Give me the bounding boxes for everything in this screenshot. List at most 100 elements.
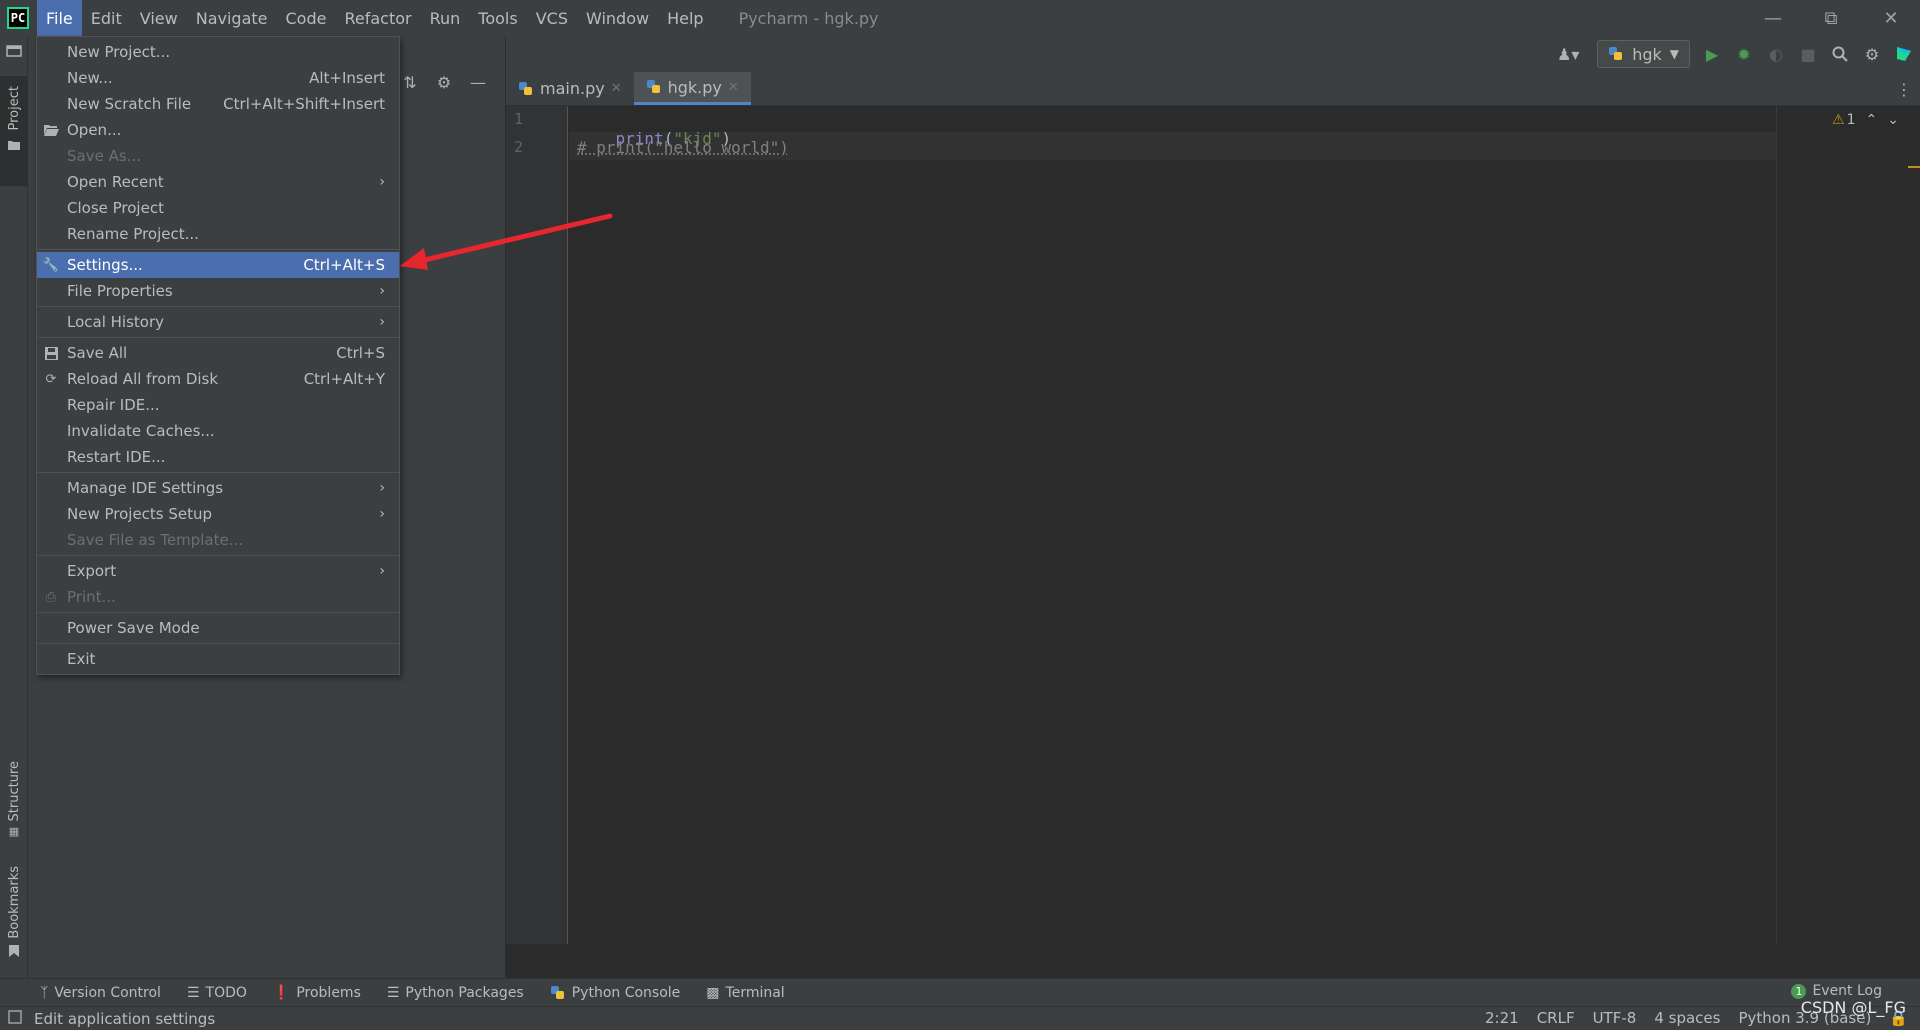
collapse-all-icon[interactable]: ⇅: [400, 72, 420, 92]
tool-python-packages[interactable]: ☰ Python Packages: [387, 985, 524, 1001]
jetbrains-toolbox-icon[interactable]: [1894, 44, 1914, 64]
chevron-right-icon: ›: [379, 506, 385, 522]
menu-item-shortcut: Ctrl+S: [336, 344, 385, 362]
menu-power-save-mode[interactable]: Power Save Mode: [37, 615, 399, 641]
stop-icon[interactable]: ■: [1798, 44, 1818, 64]
menu-item-label: Open Recent: [67, 173, 164, 191]
menu-item-label: Repair IDE...: [67, 396, 160, 414]
menu-manage-ide-settings[interactable]: Manage IDE Settings ›: [37, 475, 399, 501]
menu-rename-project[interactable]: Rename Project...: [37, 221, 399, 247]
menu-print[interactable]: ⎙ Print...: [37, 584, 399, 610]
gear-icon[interactable]: ⚙: [434, 72, 454, 92]
more-tabs-icon[interactable]: ⋮: [1894, 79, 1914, 99]
menu-view[interactable]: View: [131, 0, 187, 36]
menu-repair-ide[interactable]: Repair IDE...: [37, 392, 399, 418]
menu-separator: [37, 612, 399, 613]
title-bar: PC File Edit View Navigate Code Refactor…: [0, 0, 1920, 36]
menu-new-scratch-file[interactable]: New Scratch File Ctrl+Alt+Shift+Insert: [37, 91, 399, 117]
pycharm-logo-icon: PC: [7, 7, 29, 29]
indent-setting[interactable]: 4 spaces: [1654, 1009, 1720, 1027]
chevron-right-icon: ›: [379, 174, 385, 190]
menu-new-projects-setup[interactable]: New Projects Setup ›: [37, 501, 399, 527]
hide-panel-icon[interactable]: —: [468, 72, 488, 92]
close-icon[interactable]: ✕: [611, 81, 622, 96]
file-menu-popup: New Project... New... Alt+Insert New Scra…: [36, 36, 400, 675]
tab-main-py[interactable]: main.py ✕: [506, 72, 634, 105]
menu-item-label: New Scratch File: [67, 95, 192, 113]
menu-refactor[interactable]: Refactor: [335, 0, 420, 36]
menu-help[interactable]: Help: [658, 0, 712, 36]
tool-event-log[interactable]: 1 Event Log: [1791, 983, 1882, 999]
caret-position[interactable]: 2:21: [1485, 1009, 1519, 1027]
menu-save-file-as-template[interactable]: Save File as Template...: [37, 527, 399, 553]
tool-problems[interactable]: ❗ Problems: [273, 985, 361, 1001]
menu-separator: [37, 472, 399, 473]
menu-file-properties[interactable]: File Properties ›: [37, 278, 399, 304]
menu-new[interactable]: New... Alt+Insert: [37, 65, 399, 91]
line-separator[interactable]: CRLF: [1537, 1009, 1575, 1027]
run-config-selector[interactable]: hgk ▼: [1597, 40, 1690, 68]
menu-save-as[interactable]: Save As...: [37, 143, 399, 169]
tool-python-console[interactable]: Python Console: [550, 985, 680, 1001]
chevron-right-icon: ›: [379, 563, 385, 579]
status-bar: Edit application settings 2:21 CRLF UTF-…: [0, 1006, 1920, 1030]
toggle-tool-windows-icon[interactable]: [8, 1010, 22, 1028]
chevron-down-icon[interactable]: ⌄: [1887, 112, 1899, 128]
menu-item-label: Save As...: [67, 147, 141, 165]
chevron-right-icon: ›: [379, 480, 385, 496]
file-encoding[interactable]: UTF-8: [1593, 1009, 1637, 1027]
menu-export[interactable]: Export ›: [37, 558, 399, 584]
user-icon[interactable]: ♟▾: [1551, 44, 1585, 64]
menu-navigate[interactable]: Navigate: [187, 0, 277, 36]
code-editor[interactable]: print("kjd") # print("hello world"): [569, 106, 1776, 944]
menu-edit[interactable]: Edit: [82, 0, 131, 36]
tool-label: Version Control: [54, 984, 161, 1001]
editor-scrollbar-area[interactable]: [1777, 106, 1920, 944]
menu-item-label: Local History: [67, 313, 165, 331]
list-icon: ☰: [186, 984, 200, 1001]
menu-item-label: Power Save Mode: [67, 619, 200, 637]
tab-bookmarks[interactable]: Bookmarks: [0, 866, 28, 966]
menu-save-all[interactable]: Save All Ctrl+S: [37, 340, 399, 366]
tool-todo[interactable]: ☰ TODO: [187, 985, 247, 1001]
restore-button[interactable]: ⧉: [1802, 0, 1860, 36]
menu-code[interactable]: Code: [277, 0, 336, 36]
menu-settings[interactable]: 🔧 Settings... Ctrl+Alt+S: [37, 252, 399, 278]
menu-close-project[interactable]: Close Project: [37, 195, 399, 221]
menu-restart-ide[interactable]: Restart IDE...: [37, 444, 399, 470]
inspection-widget[interactable]: ⚠ 1 ⌃ ⌄: [1832, 112, 1899, 128]
tool-terminal[interactable]: ▩ Terminal: [706, 985, 784, 1001]
menu-tools[interactable]: Tools: [469, 0, 526, 36]
menu-file[interactable]: File: [37, 0, 82, 36]
menu-item-label: Rename Project...: [67, 225, 199, 243]
search-icon[interactable]: [1830, 44, 1850, 64]
menu-invalidate-caches[interactable]: Invalidate Caches...: [37, 418, 399, 444]
folder-open-icon: [43, 122, 59, 138]
tab-structure[interactable]: Structure ▦: [0, 761, 28, 851]
menu-exit[interactable]: Exit: [37, 646, 399, 672]
coverage-icon[interactable]: ◐: [1766, 44, 1786, 64]
project-tool-icon[interactable]: [0, 44, 28, 58]
chevron-up-icon[interactable]: ⌃: [1865, 112, 1877, 128]
bottom-tool-bar: ᛉ Version Control ☰ TODO ❗ Problems ☰ Py…: [0, 978, 1920, 1006]
menu-new-project[interactable]: New Project...: [37, 39, 399, 65]
menu-window[interactable]: Window: [577, 0, 658, 36]
tab-project[interactable]: Project: [0, 76, 28, 186]
menu-reload-from-disk[interactable]: ⟳ Reload All from Disk Ctrl+Alt+Y: [37, 366, 399, 392]
tab-hgk-py[interactable]: hgk.py ✕: [633, 72, 751, 105]
python-icon: [1608, 46, 1624, 62]
close-icon[interactable]: ✕: [728, 80, 739, 95]
warning-stripe-marker[interactable]: [1908, 166, 1920, 168]
close-window-button[interactable]: ✕: [1862, 0, 1920, 36]
menu-run[interactable]: Run: [421, 0, 470, 36]
debug-icon[interactable]: ✹: [1734, 44, 1754, 64]
menu-local-history[interactable]: Local History ›: [37, 309, 399, 335]
minimize-button[interactable]: —: [1744, 0, 1802, 36]
code-line-2[interactable]: # print("hello world"): [577, 138, 789, 157]
menu-open[interactable]: Open...: [37, 117, 399, 143]
tool-version-control[interactable]: ᛉ Version Control: [40, 985, 161, 1001]
menu-open-recent[interactable]: Open Recent ›: [37, 169, 399, 195]
run-icon[interactable]: ▶: [1702, 44, 1722, 64]
settings-icon[interactable]: ⚙: [1862, 44, 1882, 64]
menu-vcs[interactable]: VCS: [527, 0, 577, 36]
